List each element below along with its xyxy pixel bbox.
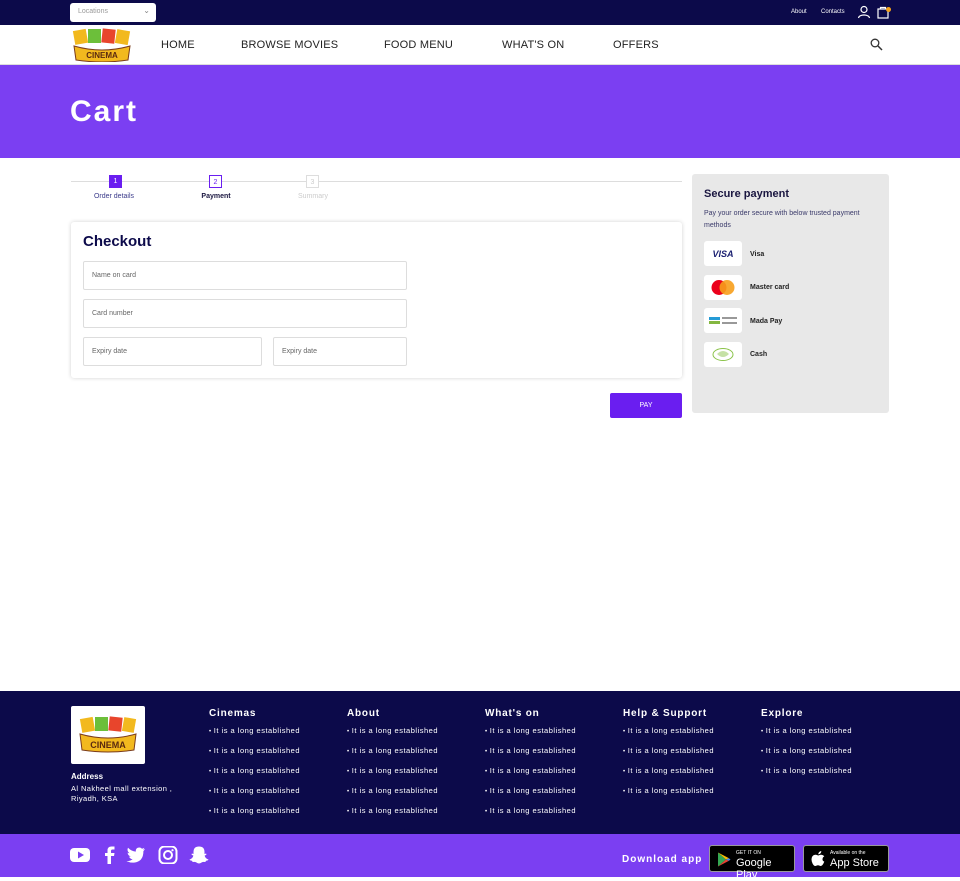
step-2-label[interactable]: Payment xyxy=(176,193,256,200)
footer-link[interactable]: It is a long established xyxy=(347,806,438,815)
mastercard-icon xyxy=(704,275,742,300)
payment-method-cash: Cash xyxy=(750,351,768,358)
step-3-label: Summary xyxy=(298,193,328,200)
footer-logo-text: CINEMA xyxy=(90,740,126,750)
cart-badge xyxy=(886,7,891,12)
nav-food-menu[interactable]: FOOD MENU xyxy=(384,39,453,51)
footer-link[interactable]: It is a long established xyxy=(347,726,438,735)
footer-link[interactable]: It is a long established xyxy=(623,786,714,795)
footer-link[interactable]: It is a long established xyxy=(347,746,438,755)
mada-icon xyxy=(704,308,742,333)
stepper-line xyxy=(71,181,682,182)
secure-payment-title: Secure payment xyxy=(704,188,789,200)
footer-link[interactable]: It is a long established xyxy=(485,786,576,795)
visa-icon: VISA xyxy=(704,241,742,266)
top-link-contacts[interactable]: Contacts xyxy=(821,9,845,15)
main-navbar xyxy=(0,25,960,65)
footer-link[interactable]: It is a long established xyxy=(761,746,852,755)
nav-browse-movies[interactable]: BROWSE MOVIES xyxy=(241,39,338,51)
search-icon[interactable] xyxy=(870,38,883,51)
google-play-line2: Google Play xyxy=(736,857,772,881)
nav-home[interactable]: HOME xyxy=(161,39,195,51)
address-text: Al Nakheel mall extension , Riyadh, KSA xyxy=(71,784,173,803)
location-select-label: Locations xyxy=(78,8,108,15)
snapchat-icon[interactable] xyxy=(189,846,209,864)
footer-col-explore-title: Explore xyxy=(761,708,804,719)
svg-text:VISA: VISA xyxy=(712,249,733,259)
pay-button[interactable]: PAY xyxy=(610,393,682,418)
footer-link[interactable]: It is a long established xyxy=(485,766,576,775)
footer-link[interactable]: It is a long established xyxy=(209,806,300,815)
nav-whats-on[interactable]: WHAT'S ON xyxy=(502,39,564,51)
payment-method-visa: Visa xyxy=(750,251,765,258)
user-icon[interactable] xyxy=(857,5,871,19)
facebook-icon[interactable] xyxy=(100,846,120,864)
footer-link[interactable]: It is a long established xyxy=(623,726,714,735)
chevron-down-icon: ⌄ xyxy=(143,6,150,15)
top-link-about[interactable]: About xyxy=(791,9,807,15)
app-store-line1: Available on the xyxy=(830,850,866,856)
logo-text: CINEMA xyxy=(86,51,118,60)
footer-link[interactable]: It is a long established xyxy=(209,746,300,755)
footer-link[interactable]: It is a long established xyxy=(623,766,714,775)
google-play-button[interactable]: GET IT ON Google Play xyxy=(709,845,795,881)
nav-offers[interactable]: OFFERS xyxy=(613,39,659,51)
instagram-icon[interactable] xyxy=(158,846,178,864)
footer-col-help-title: Help & Support xyxy=(623,708,707,719)
footer-link[interactable]: It is a long established xyxy=(623,746,714,755)
youtube-icon[interactable] xyxy=(70,846,90,864)
footer-col-whats-on-title: What's on xyxy=(485,708,540,719)
footer-link[interactable]: It is a long established xyxy=(347,766,438,775)
footer-logo[interactable]: CINEMA xyxy=(71,706,145,764)
footer-link[interactable]: It is a long established xyxy=(209,786,300,795)
footer-link[interactable]: It is a long established xyxy=(347,786,438,795)
step-3-number: 3 xyxy=(306,175,319,188)
location-select[interactable]: Locations ⌄ xyxy=(70,3,156,22)
twitter-icon[interactable] xyxy=(126,846,146,864)
footer-col-cinemas-title: Cinemas xyxy=(209,708,257,719)
step-1-label[interactable]: Order details xyxy=(74,193,154,200)
expiry-date-input-2[interactable]: Expiry date xyxy=(273,337,407,366)
expiry-date-input-1[interactable]: Expiry date xyxy=(83,337,262,366)
google-play-line1: GET IT ON xyxy=(736,850,761,856)
footer-link[interactable]: It is a long established xyxy=(485,726,576,735)
secure-payment-desc: Pay your order secure with below trusted… xyxy=(704,210,860,229)
cash-icon xyxy=(704,342,742,367)
google-play-icon xyxy=(718,852,731,867)
apple-icon xyxy=(811,851,825,866)
footer-col-about-title: About xyxy=(347,708,380,719)
app-store-line2: App Store xyxy=(830,857,879,869)
name-on-card-input[interactable]: Name on card xyxy=(83,261,407,290)
payment-method-mada: Mada Pay xyxy=(750,318,783,325)
card-number-input[interactable]: Card number xyxy=(83,299,407,328)
footer-link[interactable]: It is a long established xyxy=(209,766,300,775)
footer-link[interactable]: It is a long established xyxy=(761,726,852,735)
payment-method-mastercard: Master card xyxy=(750,284,790,291)
secure-payment-panel: Secure payment Pay your order secure wit… xyxy=(692,174,889,413)
cinema-logo[interactable]: CINEMA xyxy=(72,28,132,62)
footer-link[interactable]: It is a long established xyxy=(761,766,852,775)
app-store-button[interactable]: Available on the App Store xyxy=(803,845,889,872)
footer-link[interactable]: It is a long established xyxy=(485,746,576,755)
checkout-title: Checkout xyxy=(83,233,152,250)
step-1-number: 1 xyxy=(109,175,122,188)
page-hero: Cart xyxy=(0,65,960,158)
footer-link[interactable]: It is a long established xyxy=(209,726,300,735)
download-app-label: Download app xyxy=(622,854,703,865)
step-2-number: 2 xyxy=(209,175,222,188)
page-title: Cart xyxy=(70,95,139,128)
footer-link[interactable]: It is a long established xyxy=(485,806,576,815)
address-title: Address xyxy=(71,772,104,781)
